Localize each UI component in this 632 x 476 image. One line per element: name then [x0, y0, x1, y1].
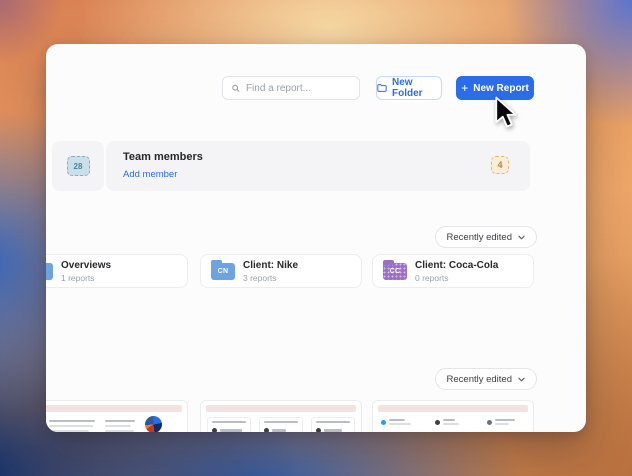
folder-title: Overviews: [61, 259, 112, 271]
folder-card-coca-cola[interactable]: CC Client: Coca-Cola 0 reports: [372, 254, 534, 288]
reports-sort-label: Recently edited: [446, 373, 512, 385]
mini-metric-card: [259, 417, 303, 432]
folder-title: Client: Nike: [243, 259, 299, 271]
plus-icon: +: [461, 80, 469, 95]
mini-metric-card: [311, 417, 355, 432]
chevron-down-icon: [518, 235, 525, 240]
mini-metric: [435, 419, 459, 425]
folder-card-overviews[interactable]: Overviews 1 reports: [46, 254, 188, 288]
mouse-cursor: [495, 96, 517, 128]
reports-sort-dropdown[interactable]: Recently edited: [434, 368, 537, 390]
folder-subtitle: 3 reports: [243, 272, 277, 283]
team-members-title: Team members: [123, 151, 203, 163]
thumbnail-header-strip: [46, 405, 182, 412]
search-input[interactable]: [245, 82, 350, 94]
report-thumbnail[interactable]: [372, 400, 534, 432]
new-folder-button[interactable]: New Folder: [376, 76, 442, 100]
mini-metric: [381, 419, 411, 425]
mini-metric-card: [207, 417, 251, 432]
mini-table: [49, 417, 97, 432]
folder-icon: CC: [383, 259, 407, 280]
team-side-card[interactable]: 28: [52, 141, 104, 191]
thumbnail-header-strip: [378, 405, 528, 412]
report-thumbnail[interactable]: [46, 400, 188, 432]
mini-pie-chart: [145, 416, 162, 432]
new-report-label: New Report: [473, 82, 529, 94]
folder-card-nike[interactable]: CN Client: Nike 3 reports: [200, 254, 362, 288]
report-thumbnail[interactable]: [200, 400, 362, 432]
folder-title: Client: Coca-Cola: [415, 259, 499, 271]
folder-icon: CN: [211, 259, 235, 280]
chevron-down-icon: [518, 377, 525, 382]
new-folder-label: New Folder: [392, 77, 423, 99]
folder-subtitle: 0 reports: [415, 272, 449, 283]
mini-table: [105, 417, 137, 432]
thumbnail-header-strip: [206, 405, 356, 412]
folders-sort-dropdown[interactable]: Recently edited: [434, 226, 537, 248]
search-icon: [232, 84, 240, 92]
team-avatar-badge: 28: [66, 156, 90, 176]
folder-icon: [377, 84, 387, 92]
add-member-link[interactable]: Add member: [123, 169, 177, 180]
report-search[interactable]: [222, 76, 360, 100]
member-count-badge: 4: [491, 156, 509, 174]
folders-sort-label: Recently edited: [446, 231, 512, 243]
team-members-banner: Team members Add member 4: [106, 141, 530, 191]
mini-metric: [487, 419, 515, 425]
folder-icon: [46, 262, 53, 280]
folder-subtitle: 1 reports: [61, 272, 95, 283]
